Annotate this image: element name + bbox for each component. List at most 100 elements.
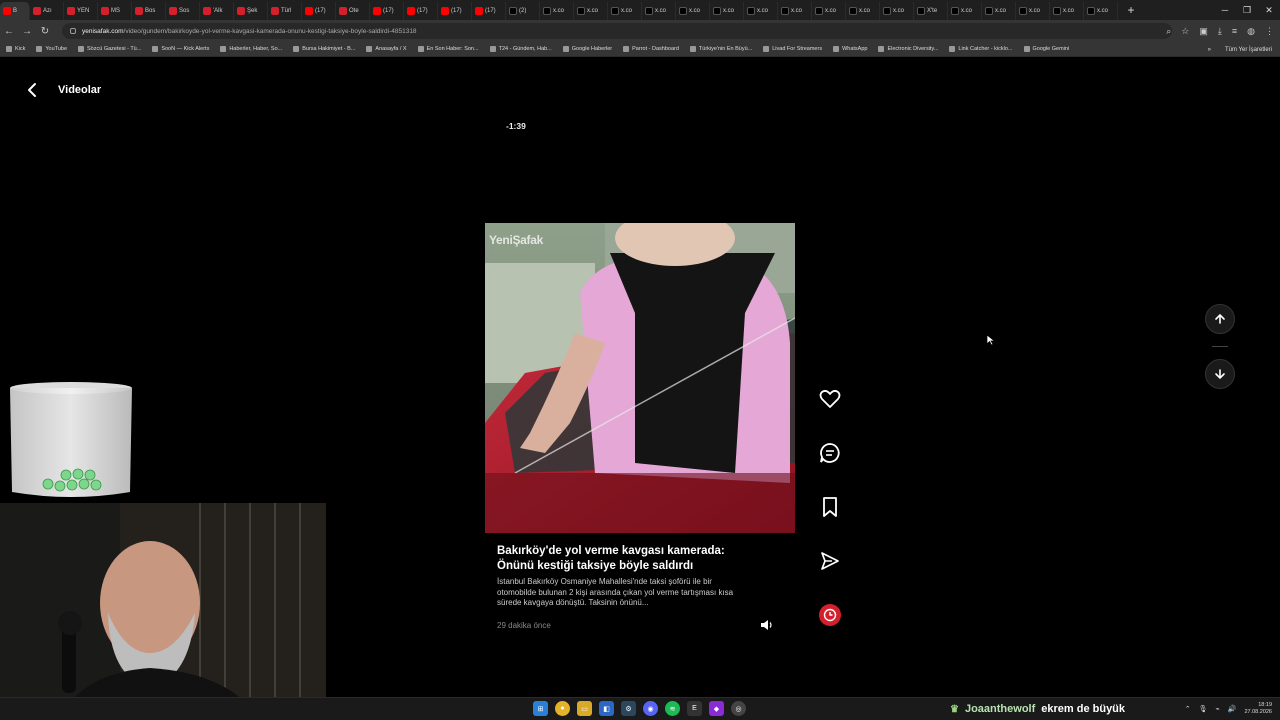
watch-later-button[interactable]: [819, 604, 841, 626]
save-button[interactable]: [818, 495, 842, 519]
sound-icon[interactable]: [760, 619, 774, 631]
browser-tab[interactable]: x.co: [846, 2, 880, 20]
browser-tab[interactable]: B: [0, 2, 30, 20]
download-icon[interactable]: ⤓: [1218, 26, 1222, 37]
back-nav-icon[interactable]: ←: [0, 26, 18, 37]
restore-button[interactable]: ❐: [1236, 0, 1258, 20]
share-button[interactable]: [818, 549, 842, 573]
bookmark-item[interactable]: Türkiye'nin En Büyü...: [689, 46, 752, 52]
all-bookmarks[interactable]: Tüm Yer İşaretleri: [1225, 47, 1272, 53]
browser-tab[interactable]: x.co: [1084, 2, 1118, 20]
browser-tab[interactable]: (17): [472, 2, 506, 20]
previous-video-button[interactable]: [1205, 304, 1235, 334]
chrome-icon[interactable]: ●: [555, 701, 570, 716]
video-player[interactable]: YeniŞafak: [485, 223, 795, 533]
browser-tab[interactable]: x.co: [744, 2, 778, 20]
extensions-icon[interactable]: ▣: [1199, 26, 1208, 37]
new-tab-button[interactable]: +: [1124, 3, 1138, 17]
back-arrow-icon[interactable]: [24, 81, 40, 99]
browser-tab[interactable]: X'te: [914, 2, 948, 20]
bookmark-item[interactable]: En Son Haber: Son...: [417, 46, 479, 52]
bookmark-item[interactable]: SooN — Kick Alerts: [152, 46, 209, 52]
browser-tab[interactable]: Bos: [132, 2, 166, 20]
start-icon[interactable]: ⊞: [533, 701, 548, 716]
bookmark-item[interactable]: Anasayfa / X: [366, 46, 407, 52]
tray-chevron-icon[interactable]: ⌃: [1185, 705, 1191, 713]
bookmark-item[interactable]: Electronic Diversity...: [878, 46, 938, 52]
browser-tab[interactable]: x.co: [676, 2, 710, 20]
bookmark-item[interactable]: Google Haberler: [562, 46, 612, 52]
bookmark-item[interactable]: Link Catcher - kicklo...: [949, 46, 1013, 52]
browser-tab[interactable]: (17): [302, 2, 336, 20]
browser-tab[interactable]: x.co: [608, 2, 642, 20]
zoom-icon[interactable]: ⌕: [1166, 26, 1171, 37]
app-icon[interactable]: ◆: [709, 701, 724, 716]
media-icon[interactable]: ≡: [1232, 26, 1237, 36]
browser-tab[interactable]: x.co: [880, 2, 914, 20]
bookmark-item[interactable]: Sözcü Gazetesi - Tü...: [78, 46, 141, 52]
browser-tab[interactable]: x.co: [778, 2, 812, 20]
tab-label: B: [13, 8, 18, 14]
tray-clock[interactable]: 18:19 27.08.2026: [1244, 702, 1272, 716]
obs-icon[interactable]: ◎: [731, 701, 746, 716]
menu-icon[interactable]: ⋮: [1265, 26, 1274, 37]
browser-tab[interactable]: Şek: [234, 2, 268, 20]
browser-tab[interactable]: x.co: [710, 2, 744, 20]
bookmark-label: YouTube: [45, 46, 68, 52]
bookmark-item[interactable]: WhatsApp: [833, 46, 867, 52]
address-bar[interactable]: yenisafak.com/video/gundem/bakirkoyde-yo…: [62, 23, 1172, 39]
bookmark-item[interactable]: T24 - Gündem, Hab...: [489, 46, 552, 52]
browser-tab[interactable]: x.co: [1016, 2, 1050, 20]
browser-tab[interactable]: (17): [438, 2, 472, 20]
video-headline[interactable]: Bakırköy'de yol verme kavgası kamerada: …: [497, 544, 747, 574]
browser-tab[interactable]: 'Alk: [200, 2, 234, 20]
browser-tab[interactable]: YEN: [64, 2, 98, 20]
next-video-button[interactable]: [1205, 359, 1235, 389]
tab-label: (17): [451, 8, 462, 14]
browser-tab[interactable]: x.co: [642, 2, 676, 20]
browser-tab[interactable]: Türl: [268, 2, 302, 20]
like-button[interactable]: [818, 387, 842, 411]
photos-icon[interactable]: ◧: [599, 701, 614, 716]
browser-tab[interactable]: Azı: [30, 2, 64, 20]
browser-tab[interactable]: MS: [98, 2, 132, 20]
browser-tab[interactable]: x.co: [540, 2, 574, 20]
site-info-icon[interactable]: [70, 28, 76, 34]
bookmark-item[interactable]: Livad For Streamers: [763, 46, 822, 52]
bookmark-favicon-icon: [833, 46, 840, 52]
epic-icon[interactable]: E: [687, 701, 702, 716]
more-bookmarks-icon[interactable]: »: [1208, 47, 1211, 53]
profile-icon[interactable]: ◍: [1247, 26, 1255, 37]
comment-button[interactable]: [818, 441, 842, 465]
bookmark-favicon-icon: [763, 46, 770, 52]
steam-icon[interactable]: ⚙: [621, 701, 636, 716]
folder-icon[interactable]: ▭: [577, 701, 592, 716]
bookmark-item[interactable]: Kick: [6, 46, 25, 52]
network-icon[interactable]: ⌁: [1216, 705, 1220, 713]
bookmark-star-icon[interactable]: ☆: [1181, 26, 1189, 37]
browser-tab[interactable]: (2): [506, 2, 540, 20]
browser-tab[interactable]: x.co: [982, 2, 1016, 20]
close-window-button[interactable]: ✕: [1258, 0, 1280, 20]
volume-icon[interactable]: 🔊: [1228, 705, 1237, 713]
browser-tab[interactable]: x.co: [812, 2, 846, 20]
bookmark-item[interactable]: Bursa Hakimiyet - B...: [293, 46, 355, 52]
browser-tab[interactable]: (17): [404, 2, 438, 20]
discord-icon[interactable]: ◉: [643, 701, 658, 716]
spotify-icon[interactable]: ≋: [665, 701, 680, 716]
bookmark-favicon-icon: [623, 46, 630, 52]
mic-icon[interactable]: 🎙: [1199, 705, 1208, 713]
bookmark-item[interactable]: Haberler, Haber, So...: [220, 46, 282, 52]
forward-nav-icon[interactable]: →: [18, 26, 36, 37]
bookmark-item[interactable]: Google Gemini: [1023, 46, 1069, 52]
browser-tab[interactable]: x.co: [1050, 2, 1084, 20]
bookmark-item[interactable]: YouTube: [36, 46, 67, 52]
browser-tab[interactable]: x.co: [948, 2, 982, 20]
browser-tab[interactable]: x.co: [574, 2, 608, 20]
browser-tab[interactable]: (17): [370, 2, 404, 20]
minimize-button[interactable]: ─: [1214, 0, 1236, 20]
bookmark-item[interactable]: Parrot - Dashboard: [623, 46, 679, 52]
browser-tab[interactable]: Ote: [336, 2, 370, 20]
reload-icon[interactable]: ↻: [36, 26, 54, 37]
browser-tab[interactable]: Sos: [166, 2, 200, 20]
